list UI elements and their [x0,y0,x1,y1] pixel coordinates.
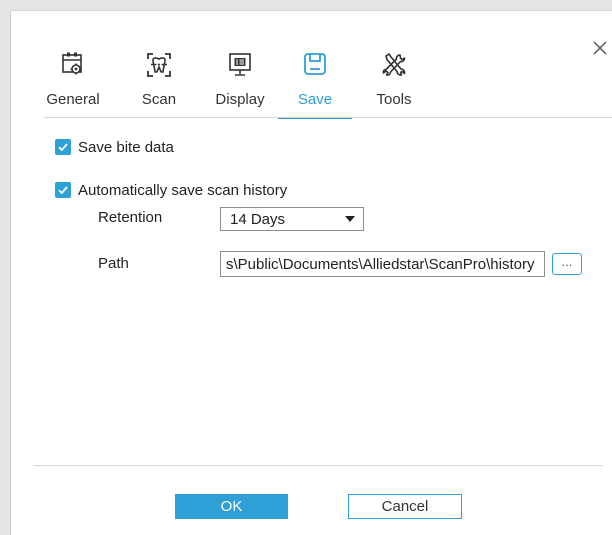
tab-display[interactable]: Display [214,51,266,117]
tab-scan-label: Scan [141,91,177,108]
checkmark-icon [58,186,68,195]
tab-tools[interactable]: Tools [371,51,417,117]
display-monitor-icon [229,53,251,76]
tab-scan[interactable]: Scan [136,51,182,117]
cancel-button[interactable]: Cancel [348,494,462,519]
tab-save-label: Save [297,91,333,108]
tab-tools-label: Tools [376,91,412,108]
ok-button[interactable]: OK [175,494,288,519]
dropdown-arrow-icon [345,216,355,222]
footer-divider [34,465,603,466]
save-bite-data-label: Save bite data [78,138,174,156]
tools-wrench-icon [382,53,406,76]
tab-display-label: Display [215,91,265,108]
path-label: Path [98,255,129,272]
tab-divider [44,117,612,118]
cancel-button-label: Cancel [381,498,429,515]
browse-button[interactable]: ... [552,253,582,275]
settings-dialog: General Scan Display Save Tools Save bit… [10,10,612,535]
checkmark-icon [58,143,68,152]
tab-save[interactable]: Save [278,51,352,119]
general-settings-icon [62,52,82,75]
tab-general[interactable]: General [44,51,102,117]
path-input[interactable]: s\Public\Documents\Alliedstar\ScanPro\hi… [220,251,545,277]
tab-bar: General Scan Display Save Tools [11,11,612,119]
save-bite-data-checkbox[interactable] [55,139,71,155]
auto-save-history-option[interactable]: Automatically save scan history [55,180,287,200]
scan-tooth-icon [147,53,171,77]
retention-label: Retention [98,209,163,226]
save-bite-data-option[interactable]: Save bite data [55,137,174,157]
ok-button-label: OK [220,498,243,515]
browse-button-label: ... [561,254,573,269]
retention-select[interactable]: 14 Days [220,207,364,231]
tab-general-label: General [46,91,100,108]
auto-save-history-label: Automatically save scan history [78,181,288,199]
auto-save-history-checkbox[interactable] [55,182,71,198]
path-value: s\Public\Documents\Alliedstar\ScanPro\hi… [226,256,535,273]
retention-value: 14 Days [230,211,286,228]
save-disk-icon [304,53,326,75]
